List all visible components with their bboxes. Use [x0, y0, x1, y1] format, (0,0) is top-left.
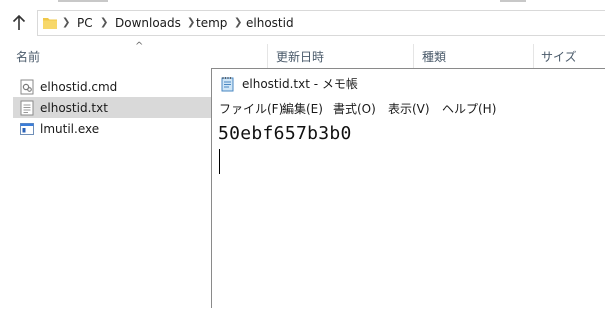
sort-ascending-icon: ^	[135, 41, 144, 52]
menu-help[interactable]: ヘルプ(H)	[442, 99, 496, 119]
column-divider[interactable]	[533, 44, 534, 68]
notepad-window[interactable]: elhostid.txt - メモ帳 ファイル(F) 編集(E) 書式(O) 表…	[211, 68, 605, 308]
file-name: elhostid.cmd	[40, 79, 118, 94]
text-editor-area[interactable]: 50ebf657b3b0	[212, 119, 605, 309]
column-header-row: ^ 名前 更新日時 種類 サイズ	[0, 41, 605, 68]
column-divider[interactable]	[413, 44, 414, 68]
breadcrumb-chevron-icon[interactable]: ❯	[187, 11, 195, 35]
file-row-selected[interactable]: elhostid.txt	[13, 97, 213, 118]
breadcrumb-pc[interactable]: PC	[77, 11, 93, 35]
column-divider[interactable]	[267, 44, 268, 68]
clipped-ribbon-mark	[500, 0, 526, 2]
exe-file-icon	[20, 122, 34, 135]
column-modified[interactable]: 更新日時	[276, 44, 324, 68]
notepad-title-bar[interactable]: elhostid.txt - メモ帳	[212, 69, 605, 99]
menu-view[interactable]: 表示(V)	[388, 99, 430, 119]
folder-icon	[43, 18, 57, 29]
menu-edit[interactable]: 編集(E)	[282, 99, 323, 119]
breadcrumb-downloads[interactable]: Downloads	[115, 11, 181, 35]
address-bar[interactable]: ❯ PC ❯ Downloads ❯ temp ❯ elhostid	[37, 10, 605, 36]
cmd-file-icon	[20, 79, 34, 94]
window-title: elhostid.txt - メモ帳	[242, 77, 358, 91]
file-row[interactable]: elhostid.cmd	[13, 76, 213, 97]
breadcrumb-chevron-icon[interactable]: ❯	[100, 11, 108, 35]
column-size[interactable]: サイズ	[541, 44, 577, 68]
column-name[interactable]: 名前	[16, 44, 40, 68]
file-name: elhostid.txt	[40, 100, 108, 115]
breadcrumb-temp[interactable]: temp	[196, 11, 227, 35]
column-type[interactable]: 種類	[422, 44, 446, 68]
breadcrumb-chevron-icon: ❯	[62, 17, 71, 28]
text-caret	[219, 149, 220, 174]
address-row: ❯ PC ❯ Downloads ❯ temp ❯ elhostid	[0, 6, 605, 40]
clipped-ribbon-mark	[58, 0, 108, 2]
menu-file[interactable]: ファイル(F)	[219, 99, 283, 119]
up-arrow-icon[interactable]	[10, 14, 28, 32]
menu-bar: ファイル(F) 編集(E) 書式(O) 表示(V) ヘルプ(H)	[212, 99, 605, 119]
file-row[interactable]: lmutil.exe	[13, 118, 213, 139]
menu-format[interactable]: 書式(O)	[333, 99, 376, 119]
notepad-icon	[221, 77, 234, 92]
breadcrumb-chevron-icon[interactable]: ❯	[234, 11, 242, 35]
breadcrumb-elhostid[interactable]: elhostid	[246, 11, 294, 35]
text-file-icon	[20, 100, 34, 115]
document-text: 50ebf657b3b0	[218, 123, 352, 144]
file-name: lmutil.exe	[40, 121, 100, 136]
